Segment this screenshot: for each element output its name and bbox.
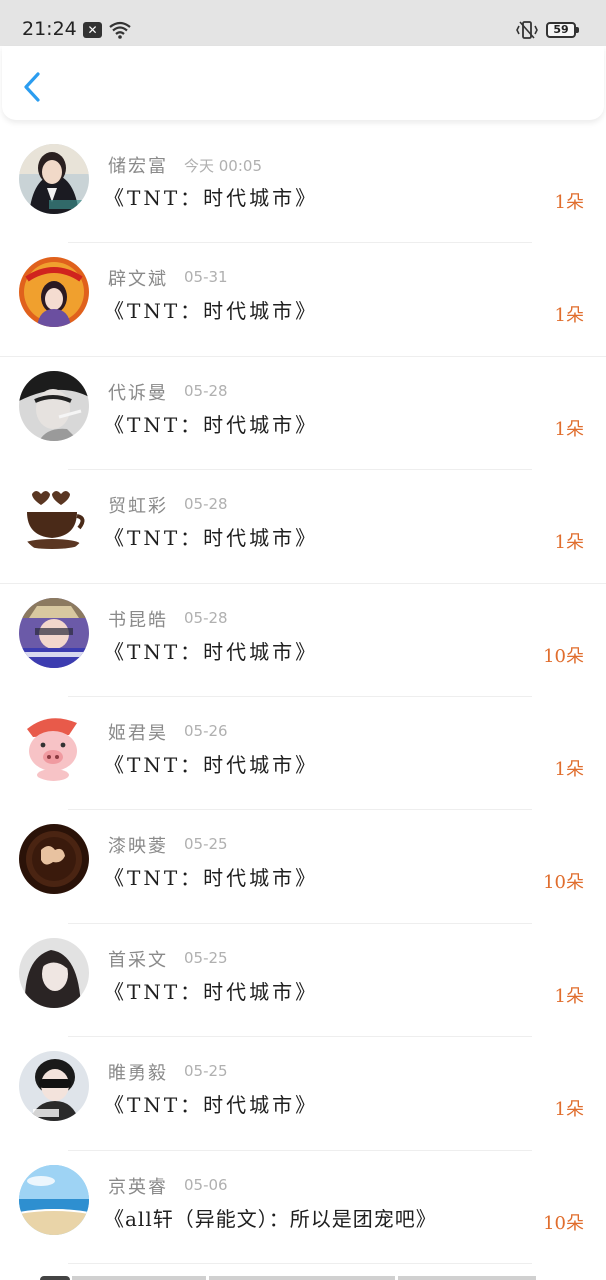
- list-item[interactable]: 京英睿 05-06 《all轩（异能文）：所以是团宠吧》 10朵: [0, 1151, 606, 1264]
- chevron-left-icon[interactable]: [18, 70, 46, 104]
- book-title[interactable]: 《TNT：时代城市》: [104, 295, 318, 324]
- sender-name: 辟文斌: [108, 269, 168, 291]
- gift-amount: 1朵: [554, 532, 584, 554]
- avatar[interactable]: [19, 1051, 89, 1122]
- gift-amount: 1朵: [554, 758, 584, 780]
- gift-amount: 1朵: [554, 305, 584, 327]
- battery-level: 59: [553, 23, 569, 36]
- send-date: 05-25: [184, 1062, 228, 1081]
- book-title[interactable]: 《TNT：时代城市》: [104, 976, 318, 1005]
- send-date: 05-25: [184, 835, 228, 854]
- avatar[interactable]: [19, 257, 89, 328]
- list-item[interactable]: 代诉曼 05-28 《TNT：时代城市》 1朵: [0, 357, 606, 471]
- gift-amount: 1朵: [554, 985, 584, 1007]
- book-title[interactable]: 《TNT：时代城市》: [104, 409, 318, 438]
- avatar[interactable]: [19, 824, 89, 895]
- list-item[interactable]: 书昆皓 05-28 《TNT：时代城市》 10朵: [0, 584, 606, 697]
- send-date: 05-28: [184, 381, 228, 400]
- status-time: 21:24: [22, 18, 77, 40]
- battery-icon: 59: [546, 22, 579, 38]
- gift-amount: 10朵: [543, 645, 584, 667]
- book-title[interactable]: 《TNT：时代城市》: [104, 862, 318, 891]
- avatar[interactable]: [19, 710, 89, 781]
- avatar-peek: [40, 1276, 70, 1280]
- gift-amount: 10朵: [543, 1212, 584, 1234]
- gift-amount: 10朵: [543, 872, 584, 894]
- book-title[interactable]: 《TNT：时代城市》: [104, 749, 318, 778]
- list-item[interactable]: 辟文斌 05-31 《TNT：时代城市》 1朵: [0, 243, 606, 357]
- list-item[interactable]: 首采文 05-25 《TNT：时代城市》 1朵: [0, 924, 606, 1038]
- list-item[interactable]: 漆映菱 05-25 《TNT：时代城市》 10朵: [0, 810, 606, 924]
- divider: [72, 1276, 206, 1280]
- list-item[interactable]: 姬君昊 05-26 《TNT：时代城市》 1朵: [0, 697, 606, 811]
- book-title[interactable]: 《TNT：时代城市》: [104, 636, 318, 665]
- sender-name: 代诉曼: [108, 382, 168, 404]
- next-item-peek: [0, 1270, 606, 1280]
- gift-amount: 1朵: [554, 418, 584, 440]
- send-date: 05-31: [184, 268, 228, 287]
- avatar[interactable]: [19, 370, 89, 441]
- list-item[interactable]: 睢勇毅 05-25 《TNT：时代城市》 1朵: [0, 1037, 606, 1151]
- sender-name: 睢勇毅: [108, 1063, 168, 1085]
- list-item[interactable]: 储宏富 今天 00:05 《TNT：时代城市》 1朵: [0, 130, 606, 244]
- send-date: 05-28: [184, 608, 228, 627]
- send-date: 05-06: [184, 1175, 228, 1194]
- sender-name: 漆映菱: [108, 836, 168, 858]
- send-date: 今天 00:05: [184, 157, 262, 175]
- send-date: 05-28: [184, 495, 228, 514]
- close-box-icon: ✕: [83, 22, 102, 38]
- book-title[interactable]: 《TNT：时代城市》: [104, 1089, 318, 1118]
- sender-name: 姬君昊: [108, 722, 168, 744]
- vibrate-icon: [516, 21, 538, 39]
- avatar[interactable]: [19, 484, 89, 555]
- top-app-bar: [2, 46, 604, 120]
- sender-name: 储宏富: [108, 156, 168, 177]
- sender-name: 首采文: [108, 949, 168, 971]
- gift-amount: 1朵: [554, 192, 584, 213]
- avatar[interactable]: [19, 144, 89, 214]
- divider: [398, 1276, 536, 1280]
- send-date: 05-26: [184, 721, 228, 740]
- avatar[interactable]: [19, 597, 89, 668]
- sender-name: 书昆皓: [108, 609, 168, 631]
- book-title[interactable]: 《all轩（异能文）：所以是团宠吧》: [104, 1203, 437, 1232]
- gift-record-list: 储宏富 今天 00:05 《TNT：时代城市》 1朵 辟文斌 05-31 《TN…: [0, 130, 606, 1264]
- divider: [209, 1276, 395, 1280]
- status-bar: 21:24 ✕ 59: [0, 0, 606, 46]
- gift-amount: 1朵: [554, 1099, 584, 1121]
- list-item[interactable]: 贸虹彩 05-28 《TNT：时代城市》 1朵: [0, 470, 606, 584]
- wifi-icon: [109, 21, 131, 39]
- book-title[interactable]: 《TNT：时代城市》: [104, 522, 318, 551]
- sender-name: 贸虹彩: [108, 496, 168, 518]
- avatar[interactable]: [19, 937, 89, 1008]
- send-date: 05-25: [184, 948, 228, 967]
- sender-name: 京英睿: [108, 1176, 168, 1198]
- book-title[interactable]: 《TNT：时代城市》: [104, 182, 318, 211]
- avatar[interactable]: [19, 1164, 89, 1235]
- divider: [68, 1262, 532, 1264]
